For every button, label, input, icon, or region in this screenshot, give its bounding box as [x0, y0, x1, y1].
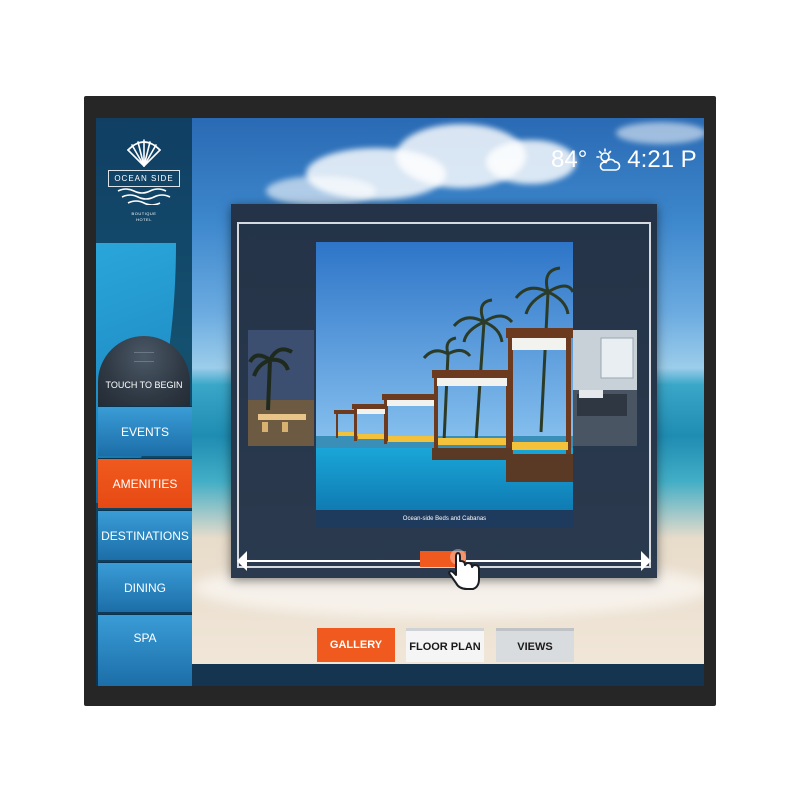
- gallery-thumbnail-previous[interactable]: [248, 330, 314, 446]
- arrow-right-icon[interactable]: [641, 551, 651, 571]
- hotel-room-photo: [571, 330, 637, 446]
- bottom-bar: [192, 664, 704, 686]
- nav-item-events[interactable]: EVENTS: [98, 406, 192, 456]
- tab-label: VIEWS: [517, 640, 553, 653]
- brand-name: OCEAN SIDE: [108, 170, 180, 187]
- gallery-panel: Ocean-side Beds and Cabanas: [231, 204, 657, 590]
- nav-item-amenities[interactable]: AMENITIES: [98, 458, 192, 508]
- gallery-main-photo[interactable]: [316, 242, 573, 528]
- temperature: 84°: [551, 146, 588, 173]
- brand-subtitle-line1: BOUTIQUE: [131, 211, 157, 216]
- nav-item-label: DESTINATIONS: [101, 528, 189, 543]
- tab-label: GALLERY: [329, 639, 383, 651]
- shell-icon: [127, 139, 161, 167]
- nav-item-label: AMENITIES: [112, 476, 178, 491]
- cloud: [616, 122, 704, 144]
- pointing-hand-icon: [448, 549, 480, 590]
- brand-subtitle-line2: HOTEL: [136, 217, 152, 222]
- partly-cloudy-icon: [596, 148, 621, 171]
- gallery-thumbnail-next[interactable]: [571, 330, 637, 446]
- photo-caption: Ocean-side Beds and Cabanas: [316, 510, 573, 528]
- resort-night-photo: [248, 330, 314, 446]
- nav-item-label: EVENTS: [120, 424, 169, 439]
- cloud: [266, 176, 376, 206]
- kiosk-screen: OCEAN SIDE BOUTIQUE HOTEL TOUCH TO BEGIN…: [96, 118, 704, 686]
- tab-label: FLOOR PLAN: [409, 640, 481, 653]
- nav-item-destinations[interactable]: DESTINATIONS: [98, 510, 192, 560]
- cabanas-photo: [316, 242, 573, 528]
- weather-time-display: 84° 4:21 P: [551, 146, 697, 174]
- nav-item-label: DINING: [124, 580, 166, 595]
- hotel-logo: OCEAN SIDE BOUTIQUE HOTEL: [104, 138, 184, 223]
- waves-icon: [117, 188, 171, 205]
- brand-subtitle: BOUTIQUE HOTEL: [104, 211, 184, 223]
- current-time: 4:21 P: [627, 146, 697, 173]
- nav-item-spa[interactable]: SPA: [98, 614, 192, 686]
- sidebar: OCEAN SIDE BOUTIQUE HOTEL TOUCH TO BEGIN…: [96, 118, 192, 686]
- touch-to-begin-label: TOUCH TO BEGIN: [105, 380, 183, 390]
- nav-item-dining[interactable]: DINING: [98, 562, 192, 612]
- tab-floor-plan[interactable]: FLOOR PLAN: [406, 628, 484, 662]
- tab-views[interactable]: VIEWS: [496, 628, 574, 662]
- nav-item-label: SPA: [133, 631, 157, 645]
- arrow-left-icon[interactable]: [237, 551, 247, 571]
- grip-lines: [134, 352, 154, 362]
- tab-gallery[interactable]: GALLERY: [317, 628, 395, 662]
